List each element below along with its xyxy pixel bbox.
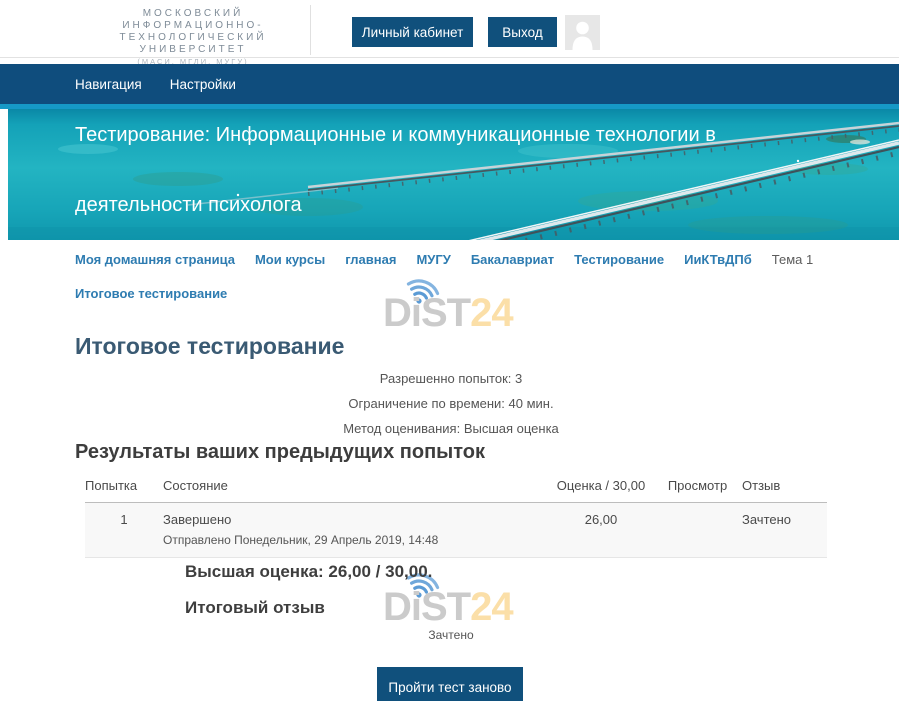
retry-test-button[interactable]: Пройти тест заново bbox=[377, 667, 523, 701]
column-state: Состояние bbox=[163, 472, 549, 503]
moodle-quiz-page: МОСКОВСКИЙ ИНФОРМАЦИОННО-ТЕХНОЛОГИЧЕСКИЙ… bbox=[0, 0, 899, 701]
logo-line-1: МОСКОВСКИЙ bbox=[76, 8, 310, 20]
attempt-grade: 26,00 bbox=[549, 503, 653, 558]
breadcrumb-my-courses[interactable]: Мои курсы bbox=[255, 252, 325, 267]
column-grade: Оценка / 30,00 bbox=[549, 472, 653, 503]
attempt-review bbox=[653, 503, 742, 558]
nav-item-navigation[interactable]: Навигация bbox=[75, 77, 142, 92]
user-avatar[interactable] bbox=[565, 15, 600, 50]
table-row: 1 Завершено Отправлено Понедельник, 29 А… bbox=[85, 503, 827, 558]
results-heading: Результаты ваших предыдущих попыток bbox=[75, 441, 485, 464]
breadcrumb-my-home[interactable]: Моя домашняя страница bbox=[75, 252, 235, 267]
table-header-row: Попытка Состояние Оценка / 30,00 Просмот… bbox=[85, 472, 827, 503]
watermark-text: DiST24 bbox=[383, 585, 513, 630]
breadcrumb-bachelor[interactable]: Бакалавриат bbox=[471, 252, 554, 267]
grading-method-text: Метод оценивания: Высшая оценка bbox=[75, 416, 827, 441]
page-title: Итоговое тестирование bbox=[75, 333, 344, 360]
column-attempt: Попытка bbox=[85, 472, 163, 503]
attempt-state-cell: Завершено Отправлено Понедельник, 29 Апр… bbox=[163, 503, 549, 558]
column-feedback: Отзыв bbox=[742, 472, 827, 503]
course-hero-banner: Тестирование: Информационные и коммуника… bbox=[8, 109, 899, 240]
time-limit-text: Ограничение по времени: 40 мин. bbox=[75, 391, 827, 416]
final-feedback-value: Зачтено bbox=[75, 628, 827, 642]
site-header: МОСКОВСКИЙ ИНФОРМАЦИОННО-ТЕХНОЛОГИЧЕСКИЙ… bbox=[0, 0, 899, 58]
breadcrumb-mugu[interactable]: МУГУ bbox=[416, 252, 450, 267]
attempt-submitted-date: Отправлено Понедельник, 29 Апрель 2019, … bbox=[163, 533, 549, 547]
logout-button[interactable]: Выход bbox=[488, 17, 557, 47]
logo-line-2: ИНФОРМАЦИОННО-ТЕХНОЛОГИЧЕСКИЙ bbox=[76, 20, 310, 44]
final-feedback-heading: Итоговый отзыв bbox=[185, 598, 325, 618]
main-navbar: Навигация Настройки bbox=[0, 64, 899, 109]
attempts-allowed-text: Разрешенно попыток: 3 bbox=[75, 366, 827, 391]
nav-item-settings[interactable]: Настройки bbox=[170, 77, 236, 92]
breadcrumb: Моя домашняя страница Мои курсы главная … bbox=[75, 252, 833, 301]
breadcrumb-course-code[interactable]: ИиКТвДПб bbox=[684, 252, 752, 267]
person-icon bbox=[565, 15, 600, 50]
breadcrumb-final-test[interactable]: Итоговое тестирование bbox=[75, 286, 227, 301]
course-title: Тестирование: Информационные и коммуника… bbox=[75, 109, 740, 240]
best-grade-text: Высшая оценка: 26,00 / 30,00. bbox=[185, 562, 432, 582]
attempt-state: Завершено bbox=[163, 512, 549, 527]
attempt-number: 1 bbox=[85, 503, 163, 558]
logo-line-3: УНИВЕРСИТЕТ bbox=[76, 44, 310, 56]
personal-cabinet-button[interactable]: Личный кабинет bbox=[352, 17, 473, 47]
university-logo[interactable]: МОСКОВСКИЙ ИНФОРМАЦИОННО-ТЕХНОЛОГИЧЕСКИЙ… bbox=[76, 5, 311, 55]
breadcrumb-main[interactable]: главная bbox=[345, 252, 396, 267]
breadcrumb-testing[interactable]: Тестирование bbox=[574, 252, 664, 267]
quiz-info-block: Разрешенно попыток: 3 Ограничение по вре… bbox=[75, 366, 827, 441]
column-review: Просмотр bbox=[653, 472, 742, 503]
attempts-table: Попытка Состояние Оценка / 30,00 Просмот… bbox=[85, 472, 827, 558]
attempt-feedback: Зачтено bbox=[742, 503, 827, 558]
breadcrumb-topic: Тема 1 bbox=[772, 252, 813, 267]
